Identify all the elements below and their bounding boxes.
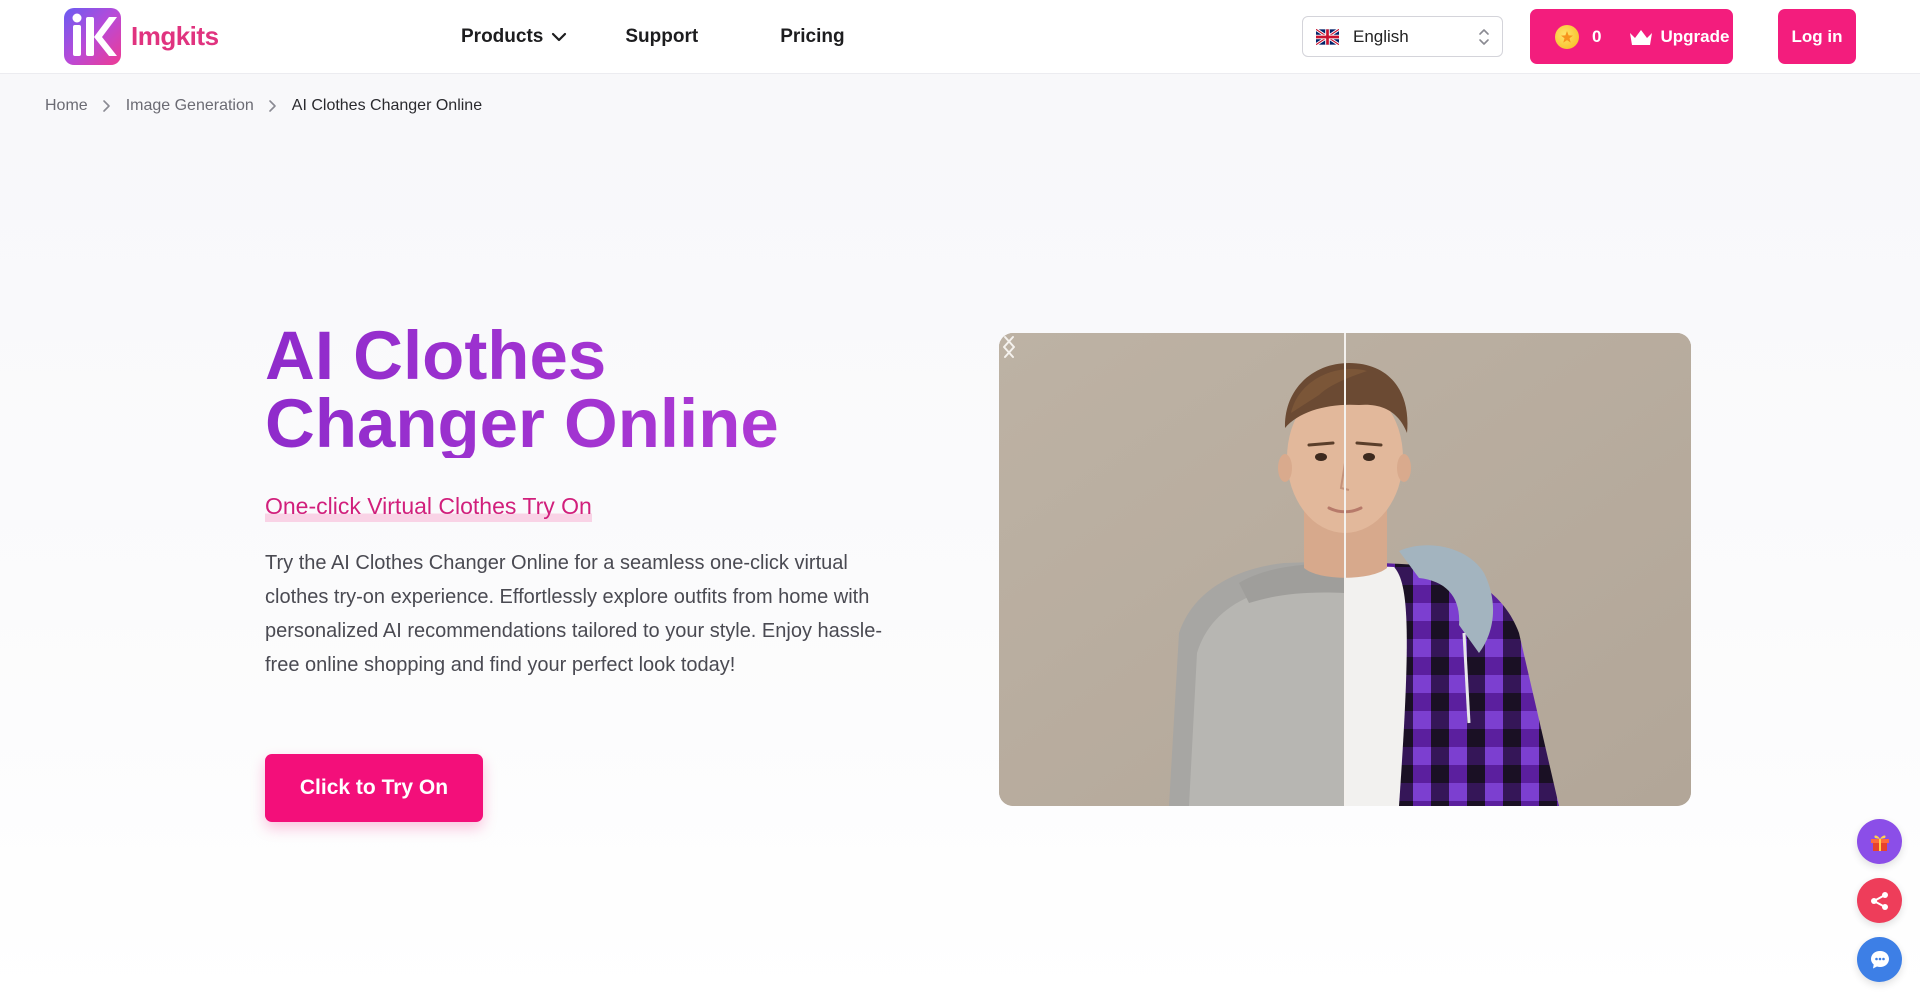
main-nav: Products Support Pricing bbox=[461, 0, 845, 74]
breadcrumb-image-generation[interactable]: Image Generation bbox=[126, 97, 254, 115]
page-title-line-2: Changer Online bbox=[265, 385, 779, 462]
page-title: AI Clothes Changer Online bbox=[265, 322, 965, 458]
nav-pricing[interactable]: Pricing bbox=[780, 26, 844, 48]
nav-products-label: Products bbox=[461, 26, 544, 47]
chevron-right-icon bbox=[102, 99, 112, 113]
try-on-button[interactable]: Click to Try On bbox=[265, 754, 483, 822]
coin-icon bbox=[1555, 24, 1579, 49]
chat-button[interactable] bbox=[1857, 937, 1902, 982]
site-header: Imgkits Products Support Pricing English… bbox=[0, 0, 1920, 74]
hero-subtitle: One-click Virtual Clothes Try On bbox=[265, 493, 592, 522]
imgkits-logo-icon bbox=[64, 8, 121, 65]
nav-support[interactable]: Support bbox=[625, 26, 698, 48]
nav-products[interactable]: Products bbox=[461, 26, 567, 48]
chevron-up-down-icon bbox=[1479, 29, 1489, 45]
language-select[interactable]: English bbox=[1302, 16, 1503, 57]
upgrade-button[interactable]: 0 Upgrade bbox=[1530, 9, 1733, 64]
breadcrumb-home[interactable]: Home bbox=[45, 97, 88, 115]
chevron-down-icon bbox=[552, 32, 567, 42]
nav-support-label: Support bbox=[625, 26, 699, 47]
page-title-line-1: AI Clothes bbox=[265, 317, 607, 394]
brand-name: Imgkits bbox=[131, 21, 219, 51]
brand-logo[interactable]: Imgkits bbox=[64, 8, 219, 65]
breadcrumb-current: AI Clothes Changer Online bbox=[291, 97, 483, 114]
chat-icon bbox=[1870, 950, 1889, 968]
compare-divider[interactable] bbox=[1344, 333, 1346, 806]
crown-icon bbox=[1630, 29, 1653, 45]
gift-icon bbox=[1870, 835, 1889, 851]
share-button[interactable] bbox=[1857, 878, 1902, 923]
hero-description: Try the AI Clothes Changer Online for a … bbox=[265, 552, 882, 676]
nav-pricing-label: Pricing bbox=[780, 26, 845, 47]
credit-count: 0 bbox=[1592, 26, 1602, 46]
share-icon bbox=[1870, 891, 1888, 910]
language-value: English bbox=[1353, 26, 1409, 46]
upgrade-label: Upgrade bbox=[1660, 26, 1730, 46]
before-after-compare[interactable] bbox=[999, 333, 1691, 806]
breadcrumb: Home Image Generation AI Clothes Changer… bbox=[45, 97, 482, 115]
chevron-right-icon[interactable] bbox=[999, 333, 1019, 361]
chevron-right-icon bbox=[268, 99, 278, 113]
login-button[interactable]: Log in bbox=[1778, 9, 1856, 64]
gift-button[interactable] bbox=[1857, 819, 1902, 864]
uk-flag-icon bbox=[1316, 28, 1339, 45]
